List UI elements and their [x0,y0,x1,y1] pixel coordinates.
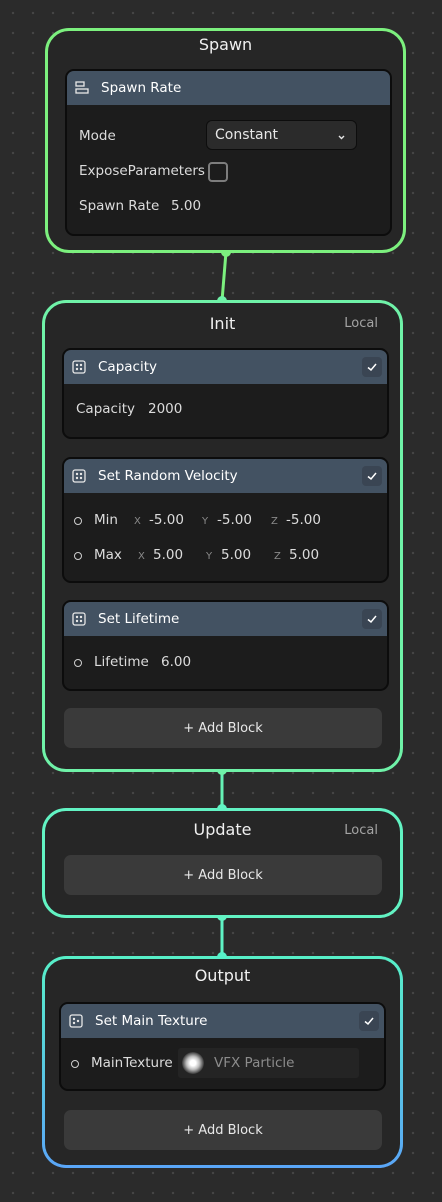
check-icon [367,615,377,624]
init-context[interactable]: Init Local Capacity Capacity 2000 Set Ra… [42,300,403,772]
main-texture-value: VFX Particle [214,1055,295,1071]
min-z-axis-label: Z [271,516,278,527]
set-random-velocity-block-header[interactable]: Set Random Velocity [64,459,387,493]
max-z-value[interactable]: 5.00 [289,547,319,563]
output-context-body: Output Set Main Texture MainTexture VFX … [45,959,400,1165]
check-icon [367,363,377,372]
main-texture-enabled-checkbox[interactable] [359,1011,379,1031]
expose-parameters-checkbox[interactable] [208,162,228,182]
check-icon [367,472,377,481]
output-block-icon [69,1014,83,1028]
min-input-port[interactable] [74,517,82,525]
init-block-icon [72,612,86,626]
main-texture-label: MainTexture [91,1055,173,1071]
spawn-rate-label: Spawn Rate [79,198,160,214]
flow-wire-spawn-init [220,251,228,302]
lifetime-input-port[interactable] [74,659,82,667]
chevron-down-icon [337,130,346,146]
update-space-label[interactable]: Local [344,823,378,838]
set-main-texture-block[interactable]: Set Main Texture MainTexture VFX Particl… [59,1002,386,1091]
init-space-label[interactable]: Local [344,316,378,331]
update-add-block-button[interactable]: + Add Block [64,855,382,895]
min-label: Min [94,512,118,528]
lifetime-label: Lifetime [94,654,149,670]
mode-label: Mode [79,128,116,144]
spawn-rate-icon [75,81,89,95]
spawn-rate-block-title: Spawn Rate [101,80,182,96]
output-context-title: Output [194,966,251,985]
lifetime-enabled-checkbox[interactable] [362,609,382,629]
max-x-value[interactable]: 5.00 [153,547,183,563]
capacity-label: Capacity [76,401,135,417]
set-lifetime-block-title: Set Lifetime [98,611,180,627]
min-x-value[interactable]: -5.00 [149,512,184,528]
set-lifetime-block[interactable]: Set Lifetime Lifetime 6.00 [62,600,389,691]
max-y-value[interactable]: 5.00 [221,547,251,563]
set-main-texture-block-title: Set Main Texture [95,1013,208,1029]
min-y-axis-label: Y [202,516,209,527]
max-z-axis-label: Z [274,551,281,562]
spawn-context-title: Spawn [198,35,253,54]
capacity-enabled-checkbox[interactable] [362,357,382,377]
spawn-rate-value[interactable]: 5.00 [171,198,201,214]
lifetime-value[interactable]: 6.00 [161,654,191,670]
particle-texture-preview-icon [182,1052,204,1074]
init-block-icon [72,469,86,483]
spawn-rate-block-header[interactable]: Spawn Rate [67,71,390,105]
output-context[interactable]: Output Set Main Texture MainTexture VFX … [42,956,403,1168]
capacity-block-header[interactable]: Capacity [64,350,387,384]
spawn-context[interactable]: Spawn Spawn Rate Mode Constant ExposePar… [45,28,406,253]
set-random-velocity-block[interactable]: Set Random Velocity Min X -5.00 Y -5.00 … [62,457,389,583]
capacity-value[interactable]: 2000 [148,401,182,417]
max-label: Max [94,547,122,563]
max-x-axis-label: X [138,551,145,562]
capacity-block[interactable]: Capacity Capacity 2000 [62,348,389,439]
main-texture-input-port[interactable] [71,1060,79,1068]
check-icon [364,1017,374,1026]
expose-parameters-label: ExposeParameters [79,163,205,179]
spawn-rate-block[interactable]: Spawn Rate Mode Constant ExposeParameter… [65,69,392,236]
init-add-block-button[interactable]: + Add Block [64,708,382,748]
update-context[interactable]: Update Local + Add Block [42,808,403,918]
set-random-velocity-block-title: Set Random Velocity [98,468,238,484]
mode-dropdown[interactable]: Constant [206,120,357,150]
init-block-icon [72,360,86,374]
set-main-texture-block-header[interactable]: Set Main Texture [61,1004,384,1038]
capacity-block-title: Capacity [98,359,157,375]
min-z-value[interactable]: -5.00 [286,512,321,528]
output-add-block-button[interactable]: + Add Block [64,1110,382,1150]
min-y-value[interactable]: -5.00 [217,512,252,528]
min-x-axis-label: X [134,516,141,527]
max-y-axis-label: Y [206,551,213,562]
main-texture-field[interactable]: VFX Particle [178,1048,359,1078]
velocity-enabled-checkbox[interactable] [362,466,382,486]
max-input-port[interactable] [74,552,82,560]
set-lifetime-block-header[interactable]: Set Lifetime [64,602,387,636]
mode-dropdown-value: Constant [215,127,278,143]
